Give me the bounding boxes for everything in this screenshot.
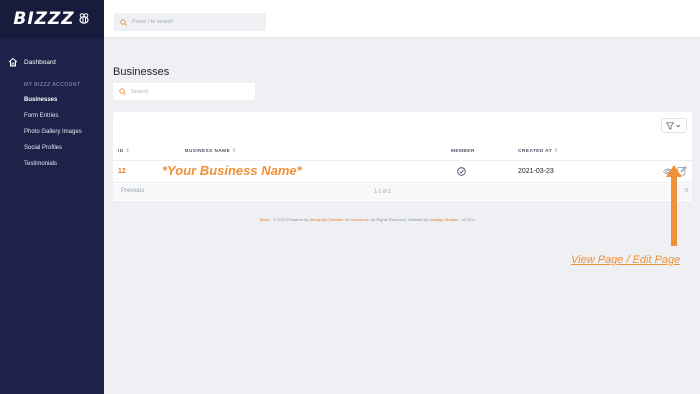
check-circle-icon xyxy=(457,167,466,176)
sidebar: BIZZZ Dashboard MY BIZZZ ACCOUNT Busines… xyxy=(0,0,104,394)
sidebar-item-form-entries[interactable]: Form Entries xyxy=(0,108,104,124)
table-row[interactable]: 12 *Your Business Name* 2021-03-23 xyxy=(113,160,692,183)
cell-created-at: 2021-03-23 xyxy=(518,168,554,175)
footer-brand-link[interactable]: Bizzz xyxy=(260,217,270,222)
column-header-business-name[interactable]: BUSINESS NAME ⇕ xyxy=(185,149,236,154)
sidebar-item-photo-gallery[interactable]: Photo Gallery Images xyxy=(0,124,104,140)
pagination-bar: Previous 1-1 of 1 rt xyxy=(113,184,692,200)
search-icon xyxy=(120,18,127,26)
column-header-created-at[interactable]: CREATED AT ⇕ xyxy=(518,149,558,154)
footer-text: · © 2021 Powered by xyxy=(269,217,310,222)
sidebar-item-testimonials[interactable]: Testimonials xyxy=(0,156,104,172)
footer-version: · v3.22.0 xyxy=(458,217,475,222)
table-header: ID ⇕ BUSINESS NAME ⇕ MEMBER CREATED AT ⇕ xyxy=(113,145,692,159)
filter-icon xyxy=(666,121,681,130)
page-info: 1-1 of 1 xyxy=(374,189,391,195)
search-placeholder: Search xyxy=(131,88,149,95)
sidebar-section-title: MY BIZZZ ACCOUNT xyxy=(24,82,81,88)
global-search-input[interactable]: Press / to search xyxy=(114,13,266,31)
previous-button[interactable]: Previous xyxy=(121,188,144,194)
brand-name: BIZZZ xyxy=(13,9,75,29)
sidebar-item-social-profiles[interactable]: Social Profiles xyxy=(0,140,104,156)
bee-icon xyxy=(79,13,89,24)
cell-business-name[interactable]: *Your Business Name* xyxy=(162,163,302,178)
footer-studio-link[interactable]: Vantage Studios xyxy=(429,217,458,222)
page-title: Businesses xyxy=(113,66,170,78)
footer-org-link[interactable]: Winnipeg Chamber of Commerce xyxy=(309,217,368,222)
businesses-search-input[interactable]: Search xyxy=(113,83,255,100)
filter-button[interactable] xyxy=(661,118,687,133)
column-header-id[interactable]: ID ⇕ xyxy=(118,149,130,154)
annotation-label: View Page / Edit Page xyxy=(571,254,681,266)
column-header-member: MEMBER xyxy=(451,149,475,154)
home-icon xyxy=(8,57,18,67)
sidebar-item-label: Dashboard xyxy=(24,58,56,66)
sidebar-item-businesses[interactable]: Businesses xyxy=(0,92,104,108)
brand-logo[interactable]: BIZZZ xyxy=(0,0,104,38)
annotation-arrow-icon xyxy=(666,165,682,246)
cell-id[interactable]: 12 xyxy=(118,168,126,175)
search-placeholder: Press / to search xyxy=(132,19,174,25)
sidebar-item-dashboard[interactable]: Dashboard xyxy=(0,52,104,72)
search-icon xyxy=(119,88,126,95)
footer-text: . All Rights Reserved. Website by xyxy=(368,217,429,222)
businesses-table-card: ID ⇕ BUSINESS NAME ⇕ MEMBER CREATED AT ⇕… xyxy=(113,112,692,201)
copyright-footer: Bizzz · © 2021 Powered by Winnipeg Chamb… xyxy=(260,217,475,222)
topbar: Press / to search xyxy=(104,0,700,38)
